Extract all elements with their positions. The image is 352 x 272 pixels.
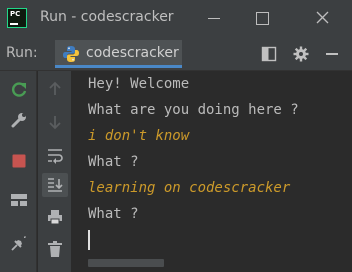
run-toolbar: Run: codescracker	[0, 36, 352, 71]
app-icon-text: PC	[10, 10, 21, 18]
layout-icon[interactable]	[10, 192, 28, 208]
console-output[interactable]: Hey! Welcome What are you doing here ? i…	[72, 71, 352, 272]
arrow-down-icon[interactable]	[47, 114, 63, 130]
scroll-to-end-icon	[48, 178, 63, 192]
console-line: Hey! Welcome	[88, 76, 190, 92]
pycharm-logo-icon: PC	[7, 8, 27, 28]
stop-icon[interactable]	[11, 153, 27, 169]
rerun-icon[interactable]	[10, 81, 28, 99]
close-button[interactable]	[312, 8, 334, 28]
tab-label: codescracker	[86, 45, 179, 61]
console-line: What are you doing here ?	[88, 102, 299, 118]
console-input-line: learning on codescracker	[88, 180, 291, 196]
horizontal-scrollbar[interactable]	[88, 259, 164, 267]
python-icon	[63, 46, 79, 62]
minus-icon[interactable]	[324, 46, 340, 62]
print-icon[interactable]	[47, 209, 63, 225]
console-line: What ?	[88, 154, 139, 170]
layout-icon[interactable]	[261, 46, 277, 62]
soft-wrap-icon[interactable]	[46, 147, 64, 165]
minimize-button[interactable]	[204, 8, 226, 28]
wrench-icon[interactable]	[10, 111, 28, 129]
gear-icon[interactable]	[293, 46, 309, 62]
pin-icon[interactable]	[10, 234, 28, 252]
text-caret	[88, 230, 90, 250]
title-bar: PC Run - codescracker	[0, 0, 352, 36]
scroll-to-end-toggle[interactable]	[42, 173, 68, 197]
console-actions-gutter	[38, 71, 72, 272]
console-line: What ?	[88, 206, 139, 222]
run-actions-gutter	[0, 71, 37, 272]
console-input-line: i don't know	[88, 128, 190, 144]
tab-codescracker[interactable]: codescracker	[55, 40, 182, 68]
maximize-button[interactable]	[252, 8, 274, 28]
trash-icon[interactable]	[48, 241, 62, 257]
run-label: Run:	[6, 45, 38, 61]
arrow-up-icon[interactable]	[47, 81, 63, 97]
window-title: Run - codescracker	[40, 9, 174, 25]
close-icon	[316, 11, 329, 24]
